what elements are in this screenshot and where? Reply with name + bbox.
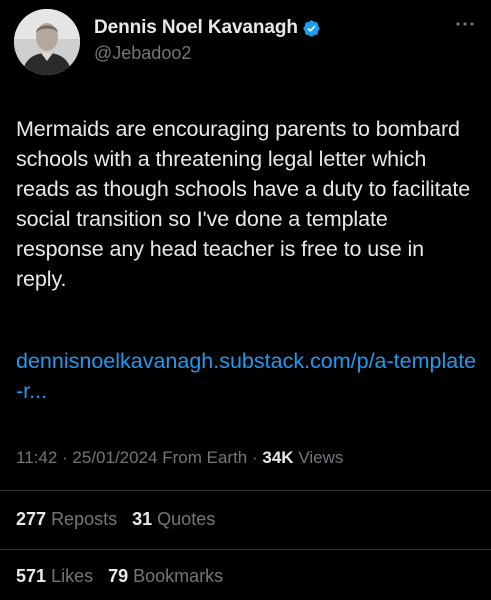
bookmarks-label: Bookmarks [133, 566, 224, 586]
likes-stat[interactable]: 571 Likes [16, 566, 98, 586]
tweet-meta: 11:42 · 25/01/2024 From Earth · 34K View… [16, 448, 343, 468]
views-label: Views [298, 448, 344, 467]
user-handle[interactable]: @Jebadoo2 [94, 43, 321, 64]
bookmarks-stat[interactable]: 79 Bookmarks [108, 566, 223, 586]
verified-badge-icon [303, 19, 320, 37]
tweet-date[interactable]: 25/01/2024 [72, 448, 157, 467]
quotes-count: 31 [132, 509, 153, 529]
avatar[interactable] [14, 9, 80, 75]
stats-row-reposts: 277 Reposts 31 Quotes [16, 509, 225, 530]
tweet-header: Dennis Noel Kavanagh @Jebadoo2 [14, 9, 477, 79]
tweet-link[interactable]: dennisnoelkavanagh.substack.com/p/a-temp… [16, 346, 478, 406]
meta-separator: · [62, 448, 73, 467]
divider [0, 549, 491, 550]
reposts-count: 277 [16, 509, 47, 529]
divider [0, 490, 491, 491]
display-name-row: Dennis Noel Kavanagh [94, 15, 321, 41]
tweet-time[interactable]: 11:42 [16, 448, 57, 467]
profile-photo [14, 9, 80, 75]
tweet-text: Mermaids are encouraging parents to bomb… [16, 117, 476, 291]
likes-count: 571 [16, 566, 47, 586]
display-name[interactable]: Dennis Noel Kavanagh [94, 17, 298, 39]
stats-row-likes: 571 Likes 79 Bookmarks [16, 566, 233, 587]
author-info: Dennis Noel Kavanagh @Jebadoo2 [94, 15, 321, 64]
ellipsis-icon[interactable] [453, 17, 477, 31]
quotes-stat[interactable]: 31 Quotes [132, 509, 215, 529]
likes-label: Likes [51, 566, 94, 586]
tweet-source: From Earth [162, 448, 248, 467]
reposts-label: Reposts [51, 509, 118, 529]
reposts-stat[interactable]: 277 Reposts [16, 509, 122, 529]
quotes-label: Quotes [157, 509, 216, 529]
meta-separator: · [252, 448, 263, 467]
views-count: 34K [262, 448, 294, 467]
bookmarks-count: 79 [108, 566, 129, 586]
